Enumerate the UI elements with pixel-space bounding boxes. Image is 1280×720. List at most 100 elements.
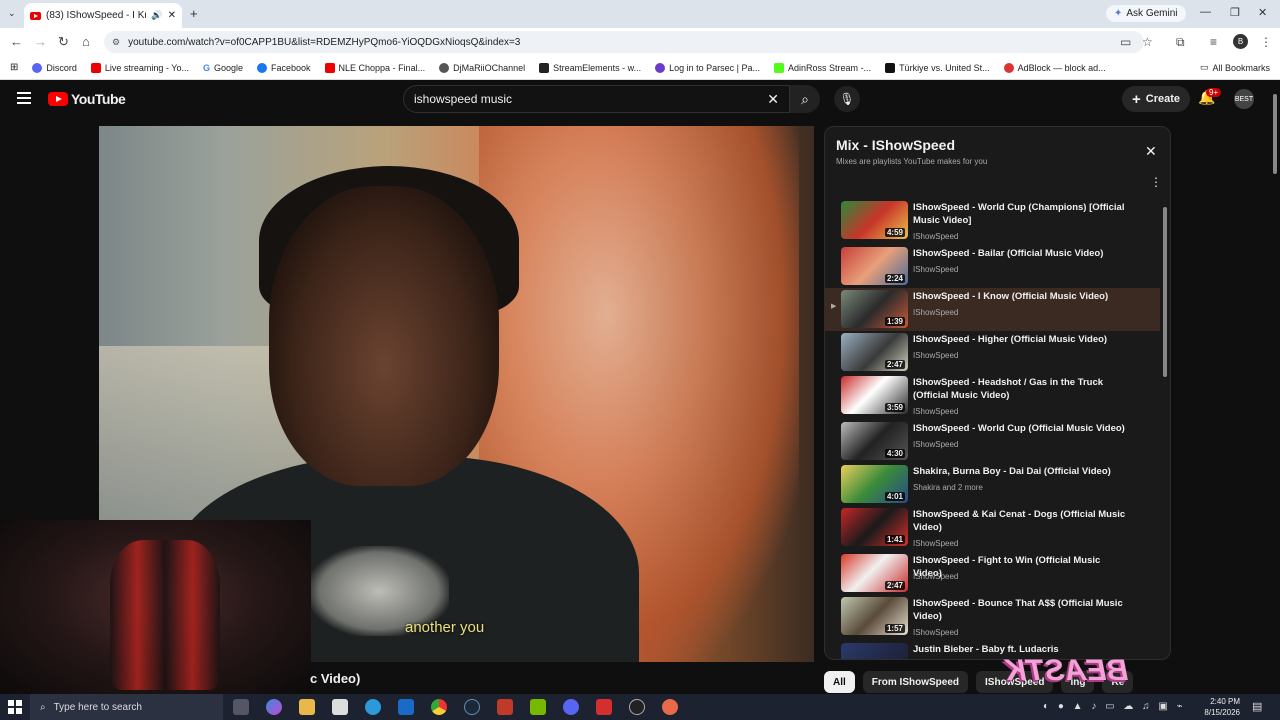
ask-gemini-button[interactable]: ✦ Ask Gemini	[1106, 5, 1186, 22]
playlist-menu-icon[interactable]: ⋮	[1150, 175, 1162, 189]
video-thumbnail[interactable]: 1:39	[841, 290, 908, 328]
forward-icon[interactable]: →	[34, 34, 47, 49]
search-button[interactable]: ⌕	[790, 85, 820, 113]
game-icon[interactable]	[497, 699, 513, 715]
back-icon[interactable]: ←	[10, 34, 23, 49]
taskbar-search[interactable]: ⌕ Type here to search	[30, 694, 223, 720]
all-bookmarks-button[interactable]: ▭ All Bookmarks	[1200, 62, 1270, 73]
windows-start-icon[interactable]	[8, 700, 22, 714]
extensions-icon[interactable]: ⧉	[1176, 35, 1185, 50]
reload-icon[interactable]: ↻	[58, 34, 69, 50]
close-playlist-icon[interactable]: ✕	[1145, 143, 1157, 160]
page-scrollbar-thumb[interactable]	[1273, 94, 1277, 174]
playlist-item[interactable]: 4:01 Shakira, Burna Boy - Dai Dai (Offic…	[825, 463, 1160, 506]
video-thumbnail[interactable]: 4:59	[841, 201, 908, 239]
menu-icon[interactable]	[17, 92, 31, 104]
bookmark-live-streaming[interactable]: Live streaming - Yo...	[90, 62, 189, 73]
chip-all[interactable]: All	[824, 671, 855, 693]
bookmark-facebook[interactable]: Facebook	[257, 62, 311, 73]
reading-list-icon[interactable]: ≡	[1210, 35, 1217, 49]
app-icon[interactable]	[662, 699, 678, 715]
playlist-item[interactable]: 1:41 IShowSpeed & Kai Cenat - Dogs (Offi…	[825, 506, 1160, 549]
bookmark-adinross[interactable]: AdinRoss Stream -...	[774, 62, 871, 73]
create-button[interactable]: + Create	[1122, 86, 1191, 112]
notification-center-icon[interactable]: ▤	[1252, 700, 1262, 713]
close-tab-icon[interactable]: ✕	[168, 10, 176, 21]
bookmark-google[interactable]: G Google	[203, 63, 243, 73]
playlist-item[interactable]: 4:59 IShowSpeed - World Cup (Champions) …	[825, 199, 1160, 242]
copilot-icon[interactable]	[266, 699, 282, 715]
playlist-item-title[interactable]: IShowSpeed - World Cup (Champions) [Offi…	[913, 201, 1128, 227]
video-thumbnail[interactable]: 4:30	[841, 422, 908, 460]
voice-search-button[interactable]: 🎙	[834, 86, 860, 112]
bookmark-parsec[interactable]: Log in to Parsec | Pa...	[655, 62, 760, 73]
bookmark-adblock[interactable]: AdBlock — block ad...	[1003, 62, 1106, 73]
task-view-icon[interactable]	[233, 699, 249, 715]
playlist-item-title[interactable]: IShowSpeed - Bounce That A$$ (Official M…	[913, 597, 1128, 623]
video-thumbnail[interactable]: 4:01	[841, 465, 908, 503]
address-bar[interactable]: ⚙ youtube.com/watch?v=of0CAPP1BU&list=RD…	[104, 31, 1144, 53]
search-box[interactable]: ishowspeed music ✕	[403, 85, 790, 113]
playlist-item[interactable]: 2:47 IShowSpeed - Fight to Win (Official…	[825, 552, 1160, 595]
page-scrollbar[interactable]	[1272, 88, 1278, 688]
playlist-item[interactable]: 1:57 IShowSpeed - Bounce That A$$ (Offic…	[825, 595, 1160, 638]
cast-icon[interactable]: ▭	[1120, 35, 1131, 49]
clear-search-icon[interactable]: ✕	[767, 91, 779, 108]
bookmark-turkiye[interactable]: Türkiye vs. United St...	[885, 62, 990, 73]
playlist-item-title[interactable]: IShowSpeed & Kai Cenat - Dogs (Official …	[913, 508, 1128, 534]
close-window-icon[interactable]: ✕	[1258, 6, 1267, 19]
bookmark-streamelements[interactable]: StreamElements - w...	[539, 62, 641, 73]
video-thumbnail[interactable]: 2:47	[841, 333, 908, 371]
playlist-item-title[interactable]: IShowSpeed - I Know (Official Music Vide…	[913, 290, 1128, 303]
tab-search-icon[interactable]: ⌄	[8, 8, 16, 19]
steam-icon[interactable]	[464, 699, 480, 715]
outlook-icon[interactable]	[398, 699, 414, 715]
menu-kebab-icon[interactable]: ⋮	[1260, 35, 1272, 49]
discord-taskbar-icon[interactable]	[563, 699, 579, 715]
video-thumbnail[interactable]: 2:24	[841, 247, 908, 285]
playlist-item-title[interactable]: IShowSpeed - Headshot / Gas in the Truck…	[913, 376, 1128, 402]
bookmark-discord[interactable]: Discord	[32, 62, 77, 73]
bookmark-nle-choppa[interactable]: NLE Choppa - Final...	[324, 62, 425, 73]
taskbar-clock[interactable]: 2:40 PM 8/15/2026	[1200, 696, 1240, 718]
obs-icon[interactable]	[629, 699, 645, 715]
maximize-icon[interactable]: ❐	[1230, 6, 1240, 19]
chrome-icon[interactable]	[431, 699, 447, 715]
chip-from-ishowspeed[interactable]: From IShowSpeed	[862, 671, 969, 693]
playlist-item[interactable]: 3:59 IShowSpeed - Headshot / Gas in the …	[825, 374, 1160, 417]
store-icon[interactable]	[332, 699, 348, 715]
video-thumbnail[interactable]: 1:41	[841, 508, 908, 546]
site-info-icon[interactable]: ⚙	[112, 37, 120, 48]
playlist-item-title[interactable]: IShowSpeed - Higher (Official Music Vide…	[913, 333, 1128, 346]
apps-grid-icon[interactable]: ⊞	[10, 62, 18, 73]
browser-profile-avatar[interactable]: B	[1233, 34, 1248, 49]
new-tab-icon[interactable]: +	[190, 6, 198, 21]
bookmark-star-icon[interactable]: ☆	[1142, 35, 1153, 49]
vpn-shield-icon[interactable]	[596, 699, 612, 715]
youtube-logo[interactable]: YouTube	[48, 91, 126, 107]
minimize-icon[interactable]: —	[1200, 6, 1211, 18]
home-icon[interactable]: ⌂	[82, 34, 90, 49]
playlist-item-title[interactable]: IShowSpeed - Bailar (Official Music Vide…	[913, 247, 1128, 260]
video-thumbnail[interactable]	[841, 643, 908, 659]
playlist-item-title[interactable]: IShowSpeed - World Cup (Official Music V…	[913, 422, 1128, 435]
search-input[interactable]: ishowspeed music	[414, 92, 767, 106]
bookmark-djmariio[interactable]: DjMaRiiOChannel	[439, 62, 525, 73]
playlist-scrollbar[interactable]	[1162, 199, 1168, 659]
playlist-item-current[interactable]: ▶ 1:39 IShowSpeed - I Know (Official Mus…	[825, 288, 1160, 331]
speaker-icon[interactable]: 🔊	[151, 10, 162, 21]
playlist-item-title[interactable]: Shakira, Burna Boy - Dai Dai (Official V…	[913, 465, 1128, 478]
playlist-scrollbar-thumb[interactable]	[1163, 207, 1167, 377]
file-explorer-icon[interactable]	[299, 699, 315, 715]
playlist-item[interactable]: 2:24 IShowSpeed - Bailar (Official Music…	[825, 245, 1160, 288]
video-thumbnail[interactable]: 1:57	[841, 597, 908, 635]
playlist-title[interactable]: Mix - IShowSpeed	[836, 137, 955, 153]
nvidia-icon[interactable]	[530, 699, 546, 715]
user-avatar[interactable]: BEST	[1234, 89, 1254, 109]
video-thumbnail[interactable]: 2:47	[841, 554, 908, 592]
video-thumbnail[interactable]: 3:59	[841, 376, 908, 414]
system-tray-icons[interactable]: ◐ ● ▲ ♪ ▭ ☁ ♫ ▣ ⌁	[1043, 701, 1186, 712]
playlist-item[interactable]: 4:30 IShowSpeed - World Cup (Official Mu…	[825, 420, 1160, 463]
edge-icon[interactable]	[365, 699, 381, 715]
playlist-item[interactable]: 2:47 IShowSpeed - Higher (Official Music…	[825, 331, 1160, 374]
